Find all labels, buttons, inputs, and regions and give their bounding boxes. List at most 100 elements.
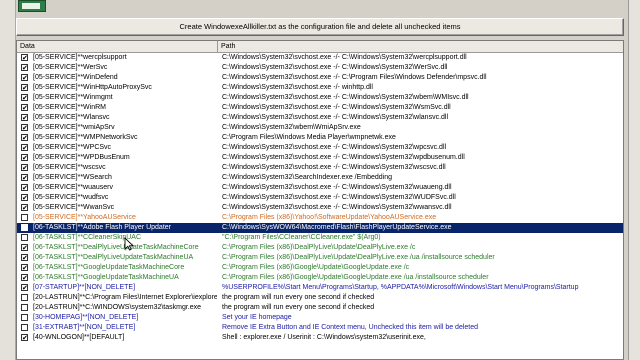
list-item[interactable]: [20-LASTRUN]**C:\WINDOWS\system32\taskmg… xyxy=(17,303,623,313)
item-path: C:\Windows\System32\svchost.exe -/- C:\W… xyxy=(222,194,456,201)
item-checkbox[interactable]: ✔ xyxy=(21,334,28,342)
list-item[interactable]: ✔ [05-SERVICE]**wercplsupport C:\Windows\S… xyxy=(17,53,623,63)
item-checkbox[interactable]: ✔ xyxy=(21,274,28,282)
item-path: C:\Program Files (x86)\DealPlyLive\Updat… xyxy=(222,254,495,261)
item-checkbox[interactable] xyxy=(21,294,28,301)
list-item[interactable]: ✔ [05-SERVICE]**WinHttpAutoProxySvc C:\Win… xyxy=(17,83,623,93)
app-logo-icon xyxy=(18,0,46,12)
item-checkbox[interactable] xyxy=(21,324,28,331)
item-data: [05-SERVICE]**WerSvc xyxy=(33,64,108,71)
item-checkbox[interactable]: ✔ xyxy=(21,104,28,112)
item-path: %USERPROFILE%\Start Menu\Programs\Startu… xyxy=(222,284,579,291)
item-checkbox[interactable]: ✔ xyxy=(21,284,28,292)
list-rows: ✔ [05-SERVICE]**wercplsupport C:\Windows\S… xyxy=(17,53,623,343)
list-item[interactable]: ✔ [06-TASKLST]**DealPlyLiveUpdateTaskMach… xyxy=(17,243,623,253)
item-path: C:\Windows\System32\svchost.exe -/- C:\W… xyxy=(222,164,446,171)
item-checkbox[interactable]: ✔ xyxy=(21,74,28,82)
item-data: [05-SERVICE]**wmiApSrv xyxy=(33,124,115,131)
item-checkbox[interactable] xyxy=(21,304,28,311)
list-item[interactable]: ✔ [05-SERVICE]**WinRM C:\Windows\System32\… xyxy=(17,103,623,113)
item-checkbox[interactable]: ✔ xyxy=(21,54,28,62)
item-data: [06-TASKLST]**GoogleUpdateTaskMachineUA xyxy=(33,274,179,281)
list-header: Data Path xyxy=(17,41,623,53)
item-checkbox[interactable]: ✔ xyxy=(21,264,28,272)
item-checkbox[interactable]: ✔ xyxy=(21,164,28,172)
item-checkbox[interactable]: ✔ xyxy=(21,194,28,202)
item-checkbox[interactable]: ✔ xyxy=(21,174,28,182)
item-path: C:\Windows\System32\svchost.exe -/- C:\W… xyxy=(222,184,452,191)
item-data: [05-SERVICE]**WPDBusEnum xyxy=(33,154,130,161)
item-checkbox[interactable]: ✔ xyxy=(21,84,28,92)
item-checkbox[interactable]: ✔ xyxy=(21,114,28,122)
create-config-button[interactable]: Create WindowexeAllkiller.txt as the con… xyxy=(16,18,624,36)
item-checkbox[interactable]: ✔ xyxy=(21,134,28,142)
item-data: [40-WNLOGON]**[DEFAULT] xyxy=(33,334,125,341)
item-data: [06-TASKLST]**DealPlyLiveUpdateTaskMachi… xyxy=(33,254,194,261)
list-item[interactable]: ✔ [06-TASKLST]**DealPlyLiveUpdateTaskMach… xyxy=(17,253,623,263)
item-path: C:\Windows\System32\svchost.exe -/- C:\W… xyxy=(222,54,467,61)
column-header-path[interactable]: Path xyxy=(218,41,623,52)
list-item[interactable]: [31-EXTRABT]**[NON_DELETE] Remove IE Extr… xyxy=(17,323,623,333)
list-item[interactable]: [06-TASKLST]**CCleanerSkipUAC "C:\Program… xyxy=(17,233,623,243)
list-item[interactable]: ✔ [06-TASKLST]**GoogleUpdateTaskMachineCo… xyxy=(17,263,623,273)
item-checkbox[interactable] xyxy=(21,214,28,221)
item-checkbox[interactable]: ✔ xyxy=(21,144,28,152)
item-path: C:\Windows\System32\svchost.exe -/- C:\W… xyxy=(222,104,451,111)
item-data: [05-SERVICE]**WPCSvc xyxy=(33,144,112,151)
list-item[interactable]: ✔ [05-SERVICE]**WPDBusEnum C:\Windows\Syst… xyxy=(17,153,623,163)
item-path: Set your IE homepage xyxy=(222,314,292,321)
item-checkbox[interactable]: ✔ xyxy=(21,184,28,192)
entries-list[interactable]: Data Path ✔ [05-SERVICE]**wercplsupport C:… xyxy=(16,40,624,360)
list-item[interactable]: ✔ [05-SERVICE]**wmiApSrv C:\Windows\System… xyxy=(17,123,623,133)
item-data: [06-TASKLST]**CCleanerSkipUAC xyxy=(33,234,142,241)
list-item[interactable]: [05-SERVICE]**YahooAUService C:\Program F… xyxy=(17,213,623,223)
item-path: C:\Windows\System32\wbem\WmiApSrv.exe xyxy=(222,124,361,131)
column-header-data[interactable]: Data xyxy=(17,41,218,52)
item-data: [05-SERVICE]**WinRM xyxy=(33,104,107,111)
item-path: Shell : explorer.exe / Userinit : C:\Win… xyxy=(222,334,426,341)
item-checkbox[interactable] xyxy=(21,224,28,231)
list-item[interactable]: ✔ [07-STARTUP]**[NON_DELETE] %USERPROFILE%… xyxy=(17,283,623,293)
item-path: C:\Windows\SysWOW64\Macromed\Flash\Flash… xyxy=(222,224,452,231)
item-path: C:\Windows\System32\svchost.exe -/- C:\P… xyxy=(222,74,487,81)
list-item[interactable]: ✔ [05-SERVICE]**WerSvc C:\Windows\System32… xyxy=(17,63,623,73)
vertical-scrollbar[interactable] xyxy=(628,0,640,360)
item-path: C:\Windows\System32\svchost.exe -/- C:\W… xyxy=(222,94,469,101)
list-item[interactable]: ✔ [05-SERVICE]**wudfsvc C:\Windows\System3… xyxy=(17,193,623,203)
item-data: [05-SERVICE]**WinDefend xyxy=(33,74,118,81)
item-path: C:\Program Files (x86)\DealPlyLive\Updat… xyxy=(222,244,416,251)
item-checkbox[interactable]: ✔ xyxy=(21,124,28,132)
list-item[interactable]: ✔ [05-SERVICE]**WPCSvc C:\Windows\System32… xyxy=(17,143,623,153)
list-item[interactable]: ✔ [05-SERVICE]**Wlansvc C:\Windows\System3… xyxy=(17,113,623,123)
list-item[interactable]: [30-HOMEPAG]**[NON_DELETE] Set your IE ho… xyxy=(17,313,623,323)
item-data: [05-SERVICE]**wudfsvc xyxy=(33,194,109,201)
item-path: C:\Windows\System32\svchost.exe -/- C:\W… xyxy=(222,64,448,71)
item-checkbox[interactable] xyxy=(21,234,28,241)
item-path: "C:\Program Files\CCleaner\CCleaner.exe"… xyxy=(222,234,381,241)
item-checkbox[interactable]: ✔ xyxy=(21,154,28,162)
item-path: C:\Program Files (x86)\Google\Update\Goo… xyxy=(222,274,489,281)
list-item[interactable]: ✔ [05-SERVICE]**WinDefend C:\Windows\Syste… xyxy=(17,73,623,83)
list-item[interactable]: ✔ [05-SERVICE]**WwanSvc C:\Windows\System3… xyxy=(17,203,623,213)
item-checkbox[interactable] xyxy=(21,314,28,321)
item-checkbox[interactable]: ✔ xyxy=(21,244,28,252)
item-data: [31-EXTRABT]**[NON_DELETE] xyxy=(33,324,136,331)
item-checkbox[interactable]: ✔ xyxy=(21,204,28,212)
item-checkbox[interactable]: ✔ xyxy=(21,64,28,72)
list-item[interactable]: ✔ [05-SERVICE]**WSearch C:\Windows\System3… xyxy=(17,173,623,183)
list-item[interactable]: ✔ [05-SERVICE]**wuauserv C:\Windows\System… xyxy=(17,183,623,193)
list-item[interactable]: ✔ [05-SERVICE]**Winmgmt C:\Windows\System3… xyxy=(17,93,623,103)
list-item[interactable]: ✔ [05-SERVICE]**wscsvc C:\Windows\System32… xyxy=(17,163,623,173)
item-checkbox[interactable]: ✔ xyxy=(21,254,28,262)
list-item[interactable]: ✔ [05-SERVICE]**WMPNetworkSvc C:\Program F… xyxy=(17,133,623,143)
list-item[interactable]: [20-LASTRUN]**C:\Program Files\Internet … xyxy=(17,293,623,303)
item-data: [06-TASKLST]**Adobe Flash Player Updater xyxy=(33,224,171,231)
item-checkbox[interactable]: ✔ xyxy=(21,94,28,102)
item-path: C:\Program Files\Windows Media Player\wm… xyxy=(222,134,396,141)
list-item[interactable]: ✔ [40-WNLOGON]**[DEFAULT] Shell : explorer… xyxy=(17,333,623,343)
list-item[interactable]: ✔ [06-TASKLST]**GoogleUpdateTaskMachineUA… xyxy=(17,273,623,283)
item-data: [05-SERVICE]**Wlansvc xyxy=(33,114,110,121)
item-data: [20-LASTRUN]**C:\Program Files\Internet … xyxy=(33,294,217,301)
list-item[interactable]: [06-TASKLST]**Adobe Flash Player Updater… xyxy=(17,223,623,233)
item-path: C:\Windows\System32\svchost.exe -/- C:\W… xyxy=(222,204,452,211)
